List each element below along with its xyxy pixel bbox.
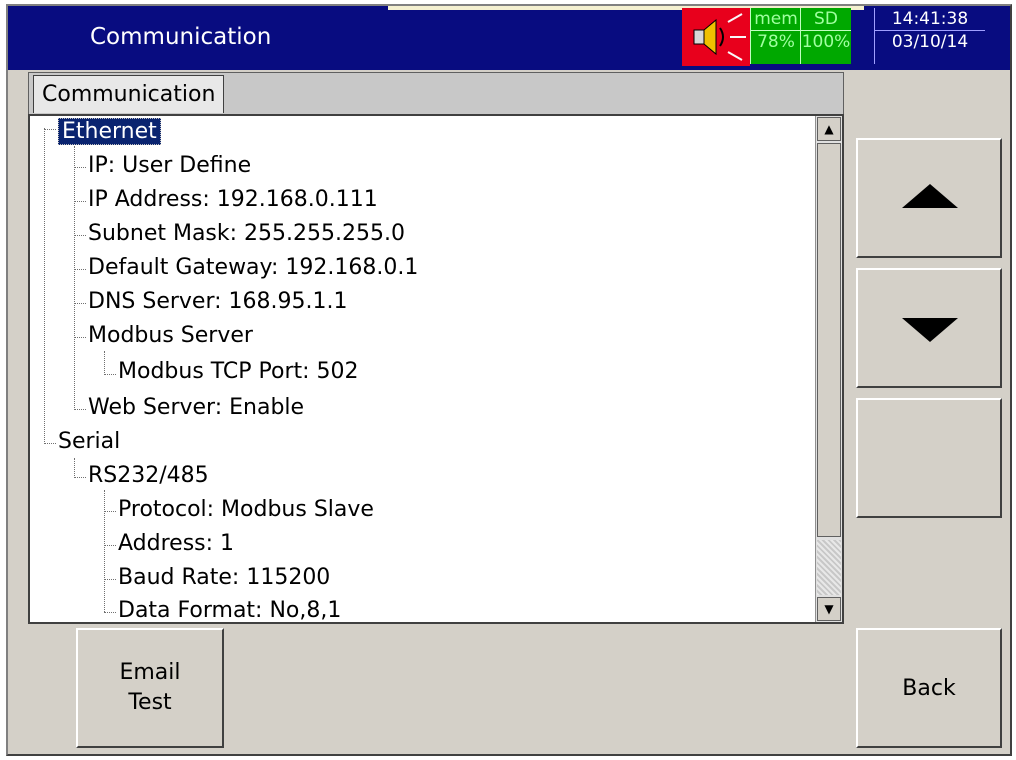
tree-node-subnet-mask[interactable]: Subnet Mask: 255.255.255.0	[88, 218, 405, 250]
blank-button[interactable]	[856, 398, 1002, 518]
sd-label: SD	[801, 8, 851, 31]
tree-line	[104, 511, 116, 512]
tree-line	[104, 490, 105, 612]
scroll-up-icon[interactable]: ▲	[817, 117, 841, 141]
tree-node-web-server[interactable]: Web Server: Enable	[88, 392, 304, 424]
clock-time: 14:41:38	[875, 8, 985, 31]
tree-line	[74, 458, 75, 478]
tree-line	[44, 129, 56, 130]
scroll-down-icon[interactable]: ▼	[817, 597, 841, 621]
tree-node-dns-server[interactable]: DNS Server: 168.95.1.1	[88, 286, 347, 318]
tree-line	[104, 612, 116, 613]
page-down-button[interactable]	[856, 268, 1002, 388]
tree-node-ethernet[interactable]: Ethernet	[58, 116, 161, 148]
triangle-down-icon	[902, 318, 958, 342]
page-title: Communication	[90, 24, 272, 50]
tab-bar: Communication	[28, 72, 844, 116]
tree-line	[104, 351, 105, 375]
tree-line	[74, 409, 86, 410]
tree-line	[44, 128, 45, 444]
tree-line	[104, 545, 116, 546]
email-test-label-line2: Test	[128, 690, 172, 715]
memory-value: 78%	[757, 32, 795, 52]
tree-line	[74, 201, 86, 202]
tree-line	[74, 167, 86, 168]
tree-node-default-gateway[interactable]: Default Gateway: 192.168.0.1	[88, 252, 418, 284]
tree-line	[44, 443, 56, 444]
page-up-button[interactable]	[856, 138, 1002, 258]
speaker-icon[interactable]	[682, 8, 750, 66]
tree-node-ip-mode[interactable]: IP: User Define	[88, 150, 251, 182]
tree-node-protocol[interactable]: Protocol: Modbus Slave	[118, 494, 374, 526]
tree-node-rs232-485[interactable]: RS232/485	[88, 460, 209, 492]
tree-node-ip-address[interactable]: IP Address: 192.168.0.111	[88, 184, 378, 216]
tree-line	[74, 303, 86, 304]
tab-communication[interactable]: Communication	[33, 75, 225, 113]
tree-node-label: Ethernet	[58, 118, 161, 145]
clock: 14:41:38 03/10/14	[874, 8, 985, 64]
scroll-track[interactable]	[817, 540, 841, 595]
settings-tree[interactable]: Ethernet IP: User Define IP Address: 192…	[28, 114, 844, 624]
tree-line	[74, 146, 75, 410]
scroll-thumb[interactable]	[817, 143, 841, 537]
title-bar: Communication mem 78% SD 100% 14:41:38 0…	[8, 6, 1010, 70]
email-test-label-line1: Email	[119, 660, 181, 685]
tree-node-serial[interactable]: Serial	[58, 426, 120, 458]
sd-status: SD 100%	[800, 8, 851, 64]
memory-status: mem 78%	[750, 8, 801, 64]
memory-label: mem	[751, 8, 801, 31]
tree-node-data-format[interactable]: Data Format: No,8,1	[118, 595, 341, 622]
back-button[interactable]: Back	[856, 628, 1002, 748]
vertical-scrollbar[interactable]: ▲ ▼	[815, 116, 842, 622]
tree-node-modbus-tcp-port[interactable]: Modbus TCP Port: 502	[118, 356, 359, 388]
tree-node-baud-rate[interactable]: Baud Rate: 115200	[118, 562, 330, 594]
triangle-up-icon	[902, 184, 958, 208]
tree-node-address[interactable]: Address: 1	[118, 528, 234, 560]
tree-node-modbus-server[interactable]: Modbus Server	[88, 320, 253, 352]
tree-line	[74, 337, 86, 338]
main-window: Communication mem 78% SD 100% 14:41:38 0…	[6, 4, 1012, 756]
tree-line	[74, 477, 86, 478]
clock-date: 03/10/14	[891, 32, 969, 52]
tree-line	[104, 374, 116, 375]
tree-line	[74, 269, 86, 270]
email-test-button[interactable]: Email Test	[76, 628, 224, 748]
tree-line	[104, 579, 116, 580]
sd-value: 100%	[801, 32, 851, 52]
tree-line	[74, 235, 86, 236]
